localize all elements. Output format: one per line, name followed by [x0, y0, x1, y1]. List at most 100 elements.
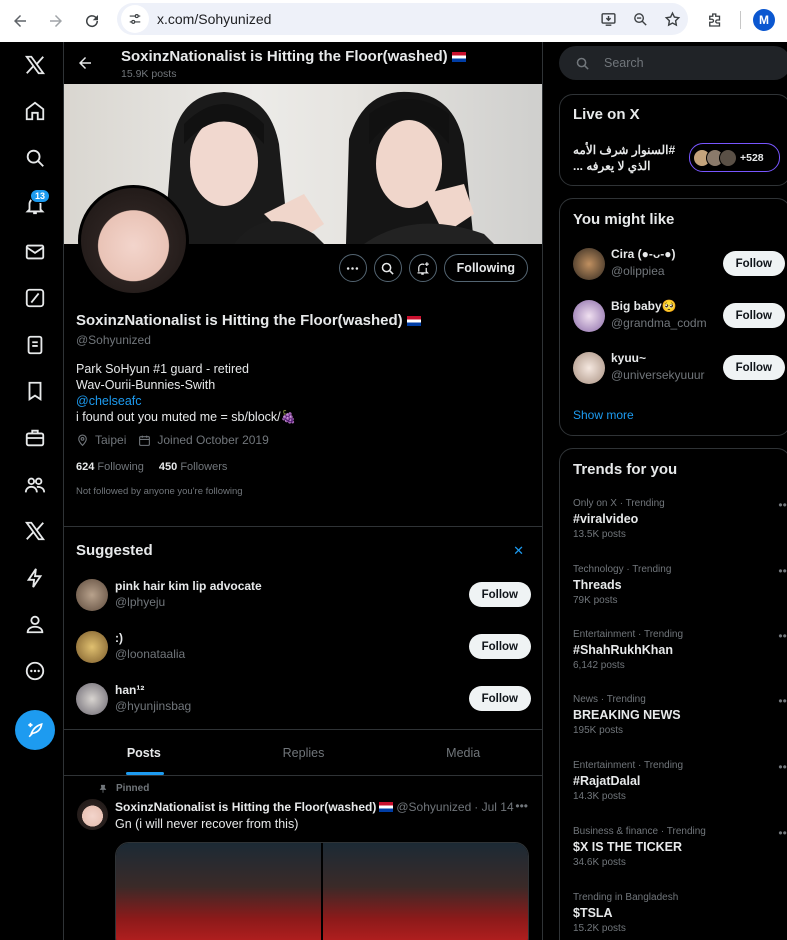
trend-more-icon[interactable]: •••: [778, 564, 787, 578]
media-image[interactable]: [116, 843, 321, 940]
not-followed-note: Not followed by anyone you're following: [76, 486, 243, 497]
compose-post-button[interactable]: [15, 710, 55, 750]
following-stat[interactable]: 624 Following: [76, 461, 144, 473]
trend-item[interactable]: Technology · Trending Threads 79K posts …: [573, 564, 787, 606]
trend-more-icon[interactable]: •••: [778, 826, 787, 840]
trend-name[interactable]: $TSLA: [573, 906, 783, 920]
trend-name[interactable]: #ShahRukhKhan: [573, 643, 783, 657]
verified-orgs-lightning-icon[interactable]: [12, 555, 58, 601]
tab-replies[interactable]: Replies: [224, 730, 384, 775]
profile-avatar[interactable]: [78, 185, 189, 296]
trend-name[interactable]: BREAKING NEWS: [573, 708, 783, 722]
trend-item[interactable]: News · Trending BREAKING NEWS 195K posts…: [573, 694, 787, 736]
extensions-icon[interactable]: [700, 5, 730, 35]
tweet-date[interactable]: · Jul 14: [474, 800, 513, 814]
profile-avatar-button[interactable]: M: [753, 9, 775, 31]
tweet-media[interactable]: [115, 842, 529, 940]
bell-plus-icon: [417, 261, 430, 275]
follow-button[interactable]: Follow: [468, 582, 531, 607]
user-name[interactable]: Big baby🥺: [611, 299, 677, 313]
lists-icon[interactable]: [12, 322, 58, 368]
install-app-icon[interactable]: [592, 11, 624, 28]
follow-button[interactable]: Follow: [468, 686, 531, 711]
more-circle-icon[interactable]: [12, 648, 58, 694]
might-like-row[interactable]: Big baby🥺 @grandma_codm Follow: [573, 298, 785, 334]
user-name[interactable]: kyuu~: [611, 351, 646, 365]
avatar[interactable]: [573, 248, 605, 280]
premium-x-icon[interactable]: [12, 508, 58, 554]
tab-posts[interactable]: Posts: [64, 730, 224, 775]
trend-item[interactable]: Entertainment · Trending #RajatDalal 14.…: [573, 760, 787, 802]
live-topic[interactable]: #السنوار شرف الأمه الذي لا يعرفه ...: [573, 142, 683, 174]
notifications-bell-icon[interactable]: 13: [12, 182, 58, 228]
suggested-user-name[interactable]: :): [115, 631, 123, 645]
notify-button[interactable]: [408, 254, 437, 282]
avatar[interactable]: [76, 579, 108, 611]
bio-mention-link[interactable]: @chelseafc: [76, 393, 296, 409]
avatar[interactable]: [76, 631, 108, 663]
following-count: 624: [76, 461, 95, 473]
user-name[interactable]: Cira (●-ᴗ-●): [611, 247, 676, 261]
avatar[interactable]: [573, 352, 605, 384]
trend-name[interactable]: #viralvideo: [573, 512, 783, 526]
x-logo-icon[interactable]: [12, 42, 58, 88]
back-arrow-icon[interactable]: [2, 3, 38, 39]
explore-search-icon[interactable]: [12, 135, 58, 181]
tweet-avatar[interactable]: [77, 799, 108, 830]
suggested-user-row[interactable]: pink hair kim lip advocate @lphyeju Foll…: [76, 575, 531, 615]
jobs-briefcase-icon[interactable]: [12, 415, 58, 461]
back-arrow-icon[interactable]: [76, 54, 94, 72]
grok-icon[interactable]: [12, 275, 58, 321]
search-input[interactable]: Search: [559, 46, 787, 80]
bookmarks-icon[interactable]: [12, 368, 58, 414]
tweet-handle[interactable]: @Sohyunized: [396, 800, 471, 814]
followers-stat[interactable]: 450 Followers: [159, 461, 228, 473]
live-participants-pill[interactable]: +528: [689, 143, 780, 172]
might-like-row[interactable]: kyuu~ @universekyuuur Follow: [573, 350, 785, 386]
bookmark-star-icon[interactable]: [656, 10, 688, 28]
trend-item[interactable]: Only on X · Trending #viralvideo 13.5K p…: [573, 498, 787, 540]
forward-arrow-icon[interactable]: [38, 3, 74, 39]
trend-more-icon[interactable]: •••: [778, 629, 787, 643]
media-image[interactable]: [323, 843, 528, 940]
tweet-author[interactable]: SoxinzNationalist is Hitting the Floor(w…: [115, 800, 376, 814]
show-more-link[interactable]: Show more: [573, 408, 634, 422]
trend-category: Trending in Bangladesh: [573, 892, 679, 903]
suggested-user-row[interactable]: :) @loonataalia Follow: [76, 627, 531, 667]
trend-item[interactable]: Business & finance · Trending $X IS THE …: [573, 826, 787, 868]
search-profile-button[interactable]: [373, 254, 402, 282]
follow-button[interactable]: Follow: [722, 251, 785, 276]
home-icon[interactable]: [12, 88, 58, 134]
trend-name[interactable]: $X IS THE TICKER: [573, 840, 783, 854]
close-icon[interactable]: ✕: [513, 543, 524, 559]
suggested-user-name[interactable]: han¹²: [115, 683, 144, 697]
trend-item[interactable]: Entertainment · Trending #ShahRukhKhan 6…: [573, 629, 787, 671]
trend-item[interactable]: Trending in Bangladesh $TSLA 15.2K posts: [573, 892, 783, 934]
address-bar[interactable]: x.com/Sohyunized: [117, 3, 688, 35]
might-like-row[interactable]: Cira (●-ᴗ-●) @olippiea Follow: [573, 246, 785, 282]
suggested-user-name[interactable]: pink hair kim lip advocate: [115, 579, 262, 593]
trend-post-count: 15.2K posts: [573, 923, 626, 934]
tab-media[interactable]: Media: [383, 730, 542, 775]
tweet-more-icon[interactable]: •••: [515, 799, 528, 813]
trend-more-icon[interactable]: •••: [778, 498, 787, 512]
profile-person-icon[interactable]: [12, 601, 58, 647]
follow-button[interactable]: Follow: [722, 303, 785, 328]
site-settings-icon[interactable]: [121, 5, 149, 33]
suggested-user-row[interactable]: han¹² @hyunjinsbag Follow: [76, 679, 531, 719]
trend-more-icon[interactable]: •••: [778, 694, 787, 708]
trend-name[interactable]: #RajatDalal: [573, 774, 783, 788]
avatar[interactable]: [573, 300, 605, 332]
trend-more-icon[interactable]: •••: [778, 760, 787, 774]
zoom-icon[interactable]: [624, 11, 656, 28]
messages-envelope-icon[interactable]: [12, 229, 58, 275]
communities-icon[interactable]: [12, 462, 58, 508]
following-button[interactable]: Following: [443, 254, 528, 282]
follow-button[interactable]: Follow: [468, 634, 531, 659]
url-text[interactable]: x.com/Sohyunized: [157, 11, 592, 27]
trend-name[interactable]: Threads: [573, 578, 783, 592]
reload-icon[interactable]: [74, 3, 110, 39]
avatar[interactable]: [76, 683, 108, 715]
more-options-button[interactable]: [338, 254, 367, 282]
follow-button[interactable]: Follow: [722, 355, 785, 380]
